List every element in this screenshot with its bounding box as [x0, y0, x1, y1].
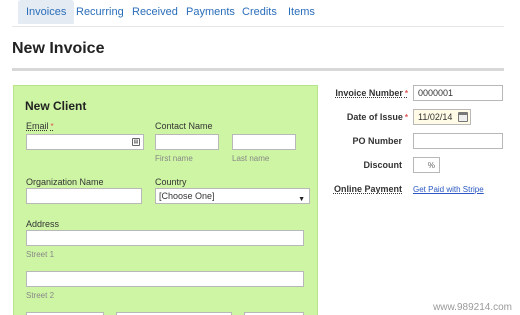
tab-invoices[interactable]: Invoices	[18, 0, 75, 24]
tabs-divider	[12, 26, 504, 27]
country-label: Country	[155, 177, 187, 187]
tab-credits[interactable]: Credits	[234, 0, 285, 24]
country-select[interactable]: [Choose One] ▼	[155, 188, 310, 204]
stripe-link[interactable]: Get Paid with Stripe	[413, 185, 484, 194]
last-name-hint: Last name	[232, 154, 270, 163]
invoice-number-label: Invoice Number *	[335, 88, 408, 98]
email-field[interactable]: ▤	[26, 134, 144, 150]
email-label: Email *	[26, 121, 54, 131]
date-of-issue-label: Date of Issue *	[346, 112, 408, 122]
organization-field[interactable]	[26, 188, 142, 204]
required-marker: *	[404, 89, 408, 98]
required-marker: *	[50, 122, 54, 131]
chevron-down-icon: ▼	[298, 196, 305, 203]
contact-name-label: Contact Name	[155, 121, 213, 131]
page-title: New Invoice	[12, 40, 105, 57]
street-1-hint: Street 1	[26, 250, 55, 259]
po-number-field[interactable]	[413, 133, 503, 149]
first-name-hint: First name	[155, 154, 193, 163]
online-payment-label: Online Payment	[333, 184, 402, 194]
discount-label: Discount	[363, 160, 402, 170]
last-name-field[interactable]	[232, 134, 296, 150]
percent-unit: %	[427, 161, 435, 170]
address-label: Address	[26, 219, 60, 229]
tab-items[interactable]: Items	[280, 0, 323, 24]
title-divider	[12, 68, 504, 71]
po-number-label: PO Number	[352, 136, 402, 146]
new-client-panel: New Client Email * ▤ Contact Name First n…	[13, 85, 318, 315]
organization-label: Organization Name	[26, 177, 104, 187]
client-panel-title: New Client	[25, 99, 87, 113]
contact-card-icon[interactable]: ▤	[132, 138, 140, 146]
tab-bar: Invoices Recurring Received Payments Cre…	[0, 0, 520, 24]
first-name-field[interactable]	[155, 134, 219, 150]
street-1-field[interactable]	[26, 230, 304, 246]
tab-received[interactable]: Received	[124, 0, 186, 24]
street-2-field[interactable]	[26, 271, 304, 287]
street-2-hint: Street 2	[26, 291, 55, 300]
calendar-icon[interactable]	[458, 112, 468, 122]
tab-recurring[interactable]: Recurring	[68, 0, 132, 24]
required-marker: *	[404, 113, 408, 122]
invoice-number-field[interactable]: 0000001	[413, 85, 503, 101]
date-of-issue-field[interactable]: 11/02/14	[413, 109, 471, 125]
discount-field[interactable]: %	[413, 157, 440, 173]
watermark: www.989214.com	[433, 302, 512, 313]
